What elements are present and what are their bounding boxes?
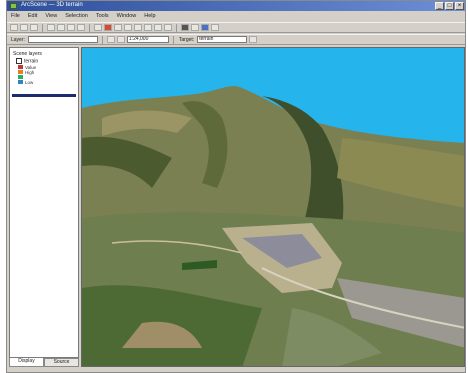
identify-icon[interactable] [191, 24, 199, 31]
new-icon[interactable] [10, 24, 18, 31]
menu-edit[interactable]: Edit [28, 12, 37, 21]
legend-label: High [25, 70, 35, 75]
legend-swatch [18, 80, 23, 84]
selected-layer-highlight[interactable] [12, 94, 76, 97]
menu-window[interactable]: Window [117, 12, 137, 21]
window-title: ArcScene — 3D terrain [21, 2, 83, 8]
full-extent-icon[interactable] [164, 24, 172, 31]
pan-icon[interactable] [154, 24, 162, 31]
3d-scene-view[interactable] [81, 47, 465, 367]
target-label: Target: [178, 36, 195, 43]
title-bar[interactable]: ArcScene — 3D terrain _ □ × [7, 1, 465, 11]
delete-icon[interactable] [77, 24, 85, 31]
toolbar-divider [176, 23, 177, 32]
standard-toolbar [7, 22, 465, 33]
animation-icon[interactable] [201, 24, 209, 31]
settings-icon[interactable] [249, 36, 258, 43]
status-bar [7, 366, 465, 372]
menu-bar: File Edit View Selection Tools Window He… [7, 12, 465, 21]
zoom-in-icon[interactable] [134, 24, 142, 31]
toc-root[interactable]: Scene layers [13, 51, 42, 57]
zoom-out-icon[interactable] [144, 24, 152, 31]
menu-file[interactable]: File [11, 12, 20, 21]
menu-tools[interactable]: Tools [96, 12, 109, 21]
symbology-icon[interactable] [106, 36, 115, 43]
legend-swatch [18, 70, 23, 74]
layer-name: terrain [24, 58, 39, 65]
menu-help[interactable]: Help [144, 12, 155, 21]
scene-root-label: Scene layers [13, 51, 42, 57]
layer-label: Layer: [11, 36, 25, 43]
toolbar-divider [172, 35, 174, 44]
terrain-render [82, 48, 464, 366]
help-icon[interactable] [211, 24, 219, 31]
paste-icon[interactable] [67, 24, 75, 31]
target-combo[interactable]: terrain [197, 36, 248, 43]
open-icon[interactable] [20, 24, 28, 31]
layer-toolbar: Layer: 1:24,000 Target: terrain [7, 34, 465, 45]
minimize-button[interactable]: _ [435, 2, 444, 10]
arctoolbox-icon[interactable] [104, 24, 112, 31]
legend-swatch [18, 75, 23, 79]
select-features-icon[interactable] [181, 24, 189, 31]
fly-icon[interactable] [124, 24, 132, 31]
toolbar-divider [42, 23, 43, 32]
copy-icon[interactable] [57, 24, 65, 31]
toc-layer[interactable]: terrain [16, 58, 38, 64]
legend-swatch [18, 65, 23, 69]
navigate-icon[interactable] [114, 24, 122, 31]
legend-label: Low [25, 80, 34, 85]
scale-combo[interactable]: 1:24,000 [126, 36, 169, 43]
toolbar-divider [89, 23, 90, 32]
save-icon[interactable] [30, 24, 38, 31]
app-icon [10, 3, 17, 9]
add-data-icon[interactable] [94, 24, 102, 31]
cut-icon[interactable] [47, 24, 55, 31]
toolbar-divider [101, 35, 103, 44]
maximize-button[interactable]: □ [445, 2, 454, 10]
table-of-contents: Scene layers terrain Value High Low [9, 47, 79, 358]
menu-view[interactable]: View [45, 12, 57, 21]
extrude-icon[interactable] [116, 36, 125, 43]
menu-selection[interactable]: Selection [65, 12, 88, 21]
application-window: ArcScene — 3D terrain _ □ × File Edit Vi… [6, 0, 466, 373]
close-button[interactable]: × [455, 2, 464, 10]
layer-combo[interactable] [27, 36, 98, 43]
layer-visibility-checkbox[interactable] [16, 58, 22, 64]
